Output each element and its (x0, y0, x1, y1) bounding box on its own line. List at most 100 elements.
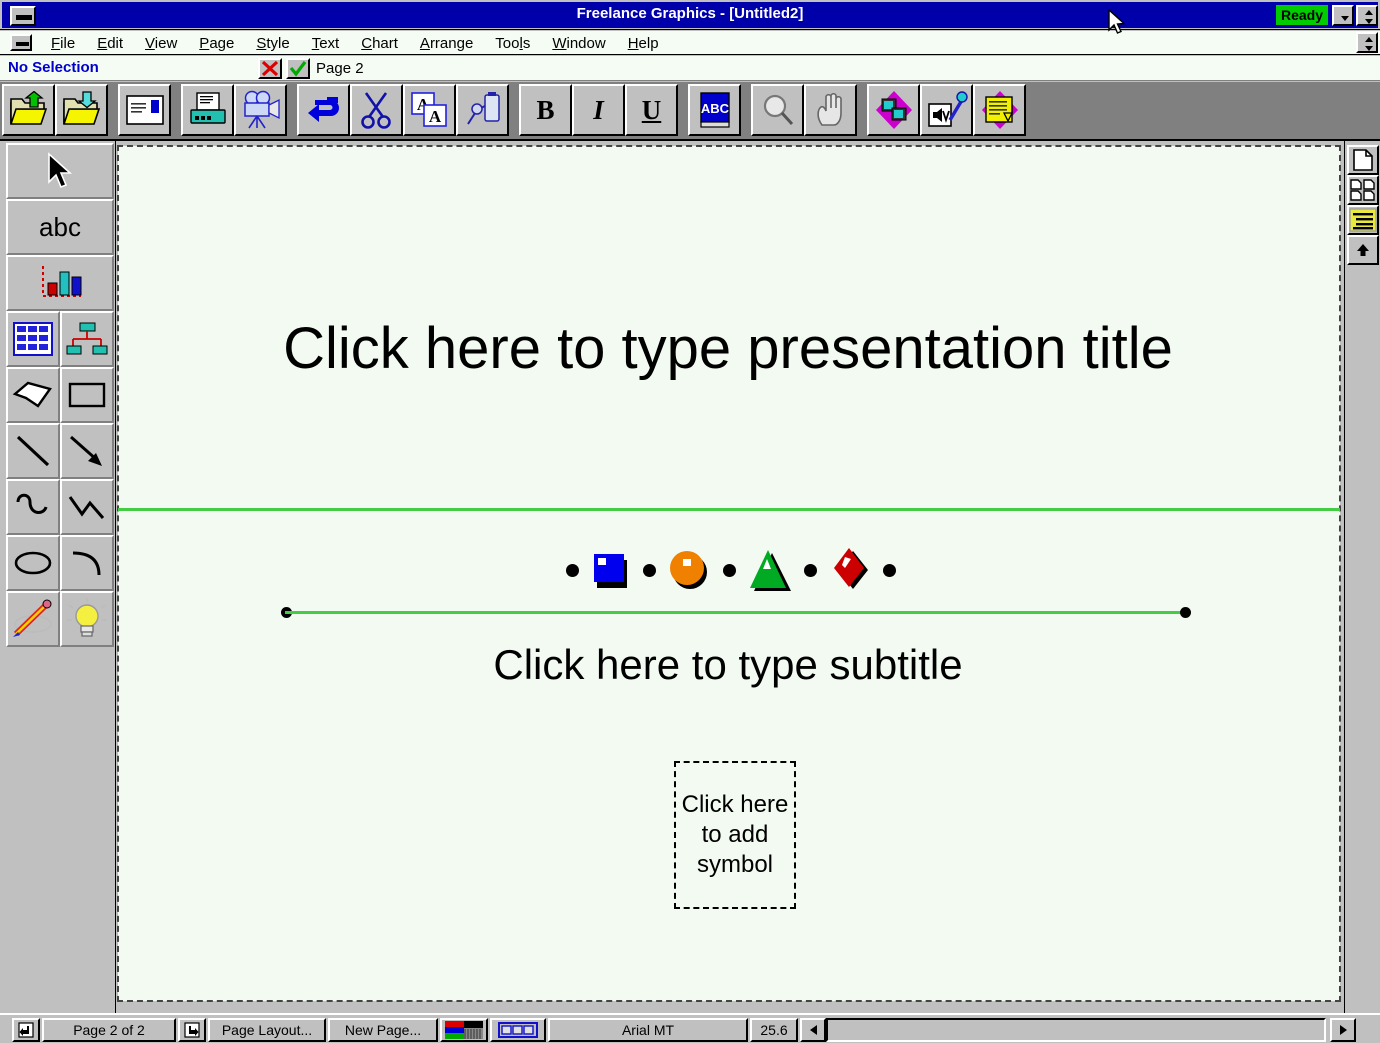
chart-tool[interactable] (6, 255, 114, 311)
menu-arrange[interactable]: Arrange (409, 33, 484, 53)
title-bar: Freelance Graphics - [Untitled2] Ready (0, 0, 1380, 34)
menu-window[interactable]: Window (541, 33, 616, 53)
zoom-magnifier-icon[interactable] (751, 84, 804, 136)
cut-scissors-icon[interactable] (350, 84, 403, 136)
title-placeholder[interactable]: Click here to type presentation title (198, 314, 1258, 384)
page-sorter-view-icon[interactable] (1347, 175, 1379, 205)
toolbar-group-file (2, 84, 108, 136)
menu-text[interactable]: Text (301, 33, 351, 53)
bold-icon[interactable]: B (519, 84, 572, 136)
select-pointer-tool[interactable] (6, 143, 114, 199)
menu-edit[interactable]: Edit (86, 33, 134, 53)
horizontal-scrollbar-track[interactable] (826, 1018, 1326, 1042)
toolbar-group-spell: ABC (688, 84, 741, 136)
freelance-graphics-window: Freelance Graphics - [Untitled2] Ready F… (0, 0, 1380, 1043)
text-tool-label: abc (39, 211, 81, 242)
underline-icon[interactable]: U (625, 84, 678, 136)
speaker-notes-icon[interactable] (973, 84, 1026, 136)
svg-text:ABC: ABC (700, 101, 729, 116)
new-page-icon[interactable] (118, 84, 171, 136)
ellipse-tool[interactable] (6, 535, 60, 591)
pan-hand-icon[interactable] (804, 84, 857, 136)
current-page-view-icon[interactable] (1347, 145, 1379, 175)
color-palette-icon[interactable] (440, 1018, 488, 1042)
menu-page[interactable]: Page (188, 33, 245, 53)
toolbar-group-newpage (118, 84, 171, 136)
previous-page-icon[interactable] (12, 1018, 40, 1042)
undo-icon[interactable] (297, 84, 350, 136)
red-x-icon[interactable] (258, 58, 282, 79)
svg-text:A: A (428, 107, 441, 126)
restore-maximize-button[interactable] (1356, 5, 1378, 26)
menu-help[interactable]: Help (617, 33, 670, 53)
decoration-dot (566, 563, 579, 577)
font-name-button[interactable]: Arial MT (548, 1018, 748, 1042)
chevron-down-icon[interactable] (1332, 5, 1354, 26)
document-restore-button[interactable] (1356, 32, 1378, 53)
symbol-placeholder[interactable]: Click here to add symbol (674, 761, 796, 909)
new-page-button[interactable]: New Page... (328, 1018, 438, 1042)
symbol-placeholder-label: Click here to add symbol (681, 791, 789, 878)
document-system-menu-button[interactable] (10, 34, 32, 51)
window-title: Freelance Graphics - [Untitled2] (576, 5, 804, 22)
decorative-symbol-row (566, 542, 896, 598)
subtitle-placeholder[interactable]: Click here to type subtitle (198, 641, 1258, 689)
menu-style[interactable]: Style (245, 33, 300, 53)
decoration-dot (722, 563, 736, 577)
toolbar-group-media (867, 84, 1026, 136)
multimedia-icon[interactable] (867, 84, 920, 136)
org-chart-tool[interactable] (60, 311, 114, 367)
decoration-dot (803, 563, 817, 577)
toolbar-group-navigate (751, 84, 857, 136)
decorative-rule-bottom (285, 611, 1185, 614)
next-page-icon[interactable] (178, 1018, 206, 1042)
toolbar-group-output (181, 84, 287, 136)
rectangle-tool[interactable] (60, 367, 114, 423)
decoration-triangle-icon (749, 550, 791, 591)
polyline-tool[interactable] (60, 479, 114, 535)
page-views-icon[interactable] (490, 1018, 546, 1042)
scroll-right-icon[interactable] (1330, 1018, 1356, 1042)
text-tool[interactable]: abc (6, 199, 114, 255)
sound-icon[interactable] (920, 84, 973, 136)
freehand-pencil-tool[interactable] (6, 591, 60, 647)
view-buttons-strip (1344, 141, 1380, 1013)
slide-work-area: Click here to type presentation title Cl… (116, 141, 1344, 1013)
open-file-icon[interactable] (2, 84, 55, 136)
drawing-tool-palette: abc (0, 141, 116, 1013)
mouse-pointer-icon (1108, 9, 1126, 34)
menu-chart[interactable]: Chart (350, 33, 409, 53)
spell-check-icon[interactable]: ABC (688, 84, 741, 136)
slide-canvas[interactable]: Click here to type presentation title Cl… (117, 145, 1341, 1002)
outliner-view-icon[interactable] (1347, 205, 1379, 235)
page-layout-button[interactable]: Page Layout... (208, 1018, 326, 1042)
arc-tool[interactable] (60, 535, 114, 591)
save-file-icon[interactable] (55, 84, 108, 136)
page-name-field[interactable]: Page 2 (316, 60, 364, 77)
toolbar-group-format: B I U (519, 84, 678, 136)
italic-icon[interactable]: I (572, 84, 625, 136)
selection-status: No Selection (8, 59, 99, 76)
paste-paint-icon[interactable] (456, 84, 509, 136)
print-icon[interactable] (181, 84, 234, 136)
page-info-label[interactable]: Page 2 of 2 (42, 1018, 176, 1042)
table-tool[interactable] (6, 311, 60, 367)
menu-file[interactable]: File (40, 33, 86, 53)
line-tool[interactable] (6, 423, 60, 479)
menu-tools[interactable]: Tools (484, 33, 541, 53)
scroll-left-icon[interactable] (800, 1018, 826, 1042)
font-size-button[interactable]: 25.6 (750, 1018, 798, 1042)
polygon-tool[interactable] (6, 367, 60, 423)
tips-bulb-tool[interactable] (60, 591, 114, 647)
decoration-dot (883, 563, 896, 577)
menu-view[interactable]: View (134, 33, 188, 53)
edit-line: No Selection Page 2 (0, 56, 1380, 81)
toolbar-group-edit: A A (297, 84, 509, 136)
arrow-tool[interactable] (60, 423, 114, 479)
green-check-icon[interactable] (286, 58, 310, 79)
copy-icon[interactable]: A A (403, 84, 456, 136)
screen-show-icon[interactable] (234, 84, 287, 136)
scroll-up-icon[interactable] (1347, 235, 1379, 265)
curve-tool[interactable] (6, 479, 60, 535)
decorative-rule-top (118, 508, 1340, 511)
